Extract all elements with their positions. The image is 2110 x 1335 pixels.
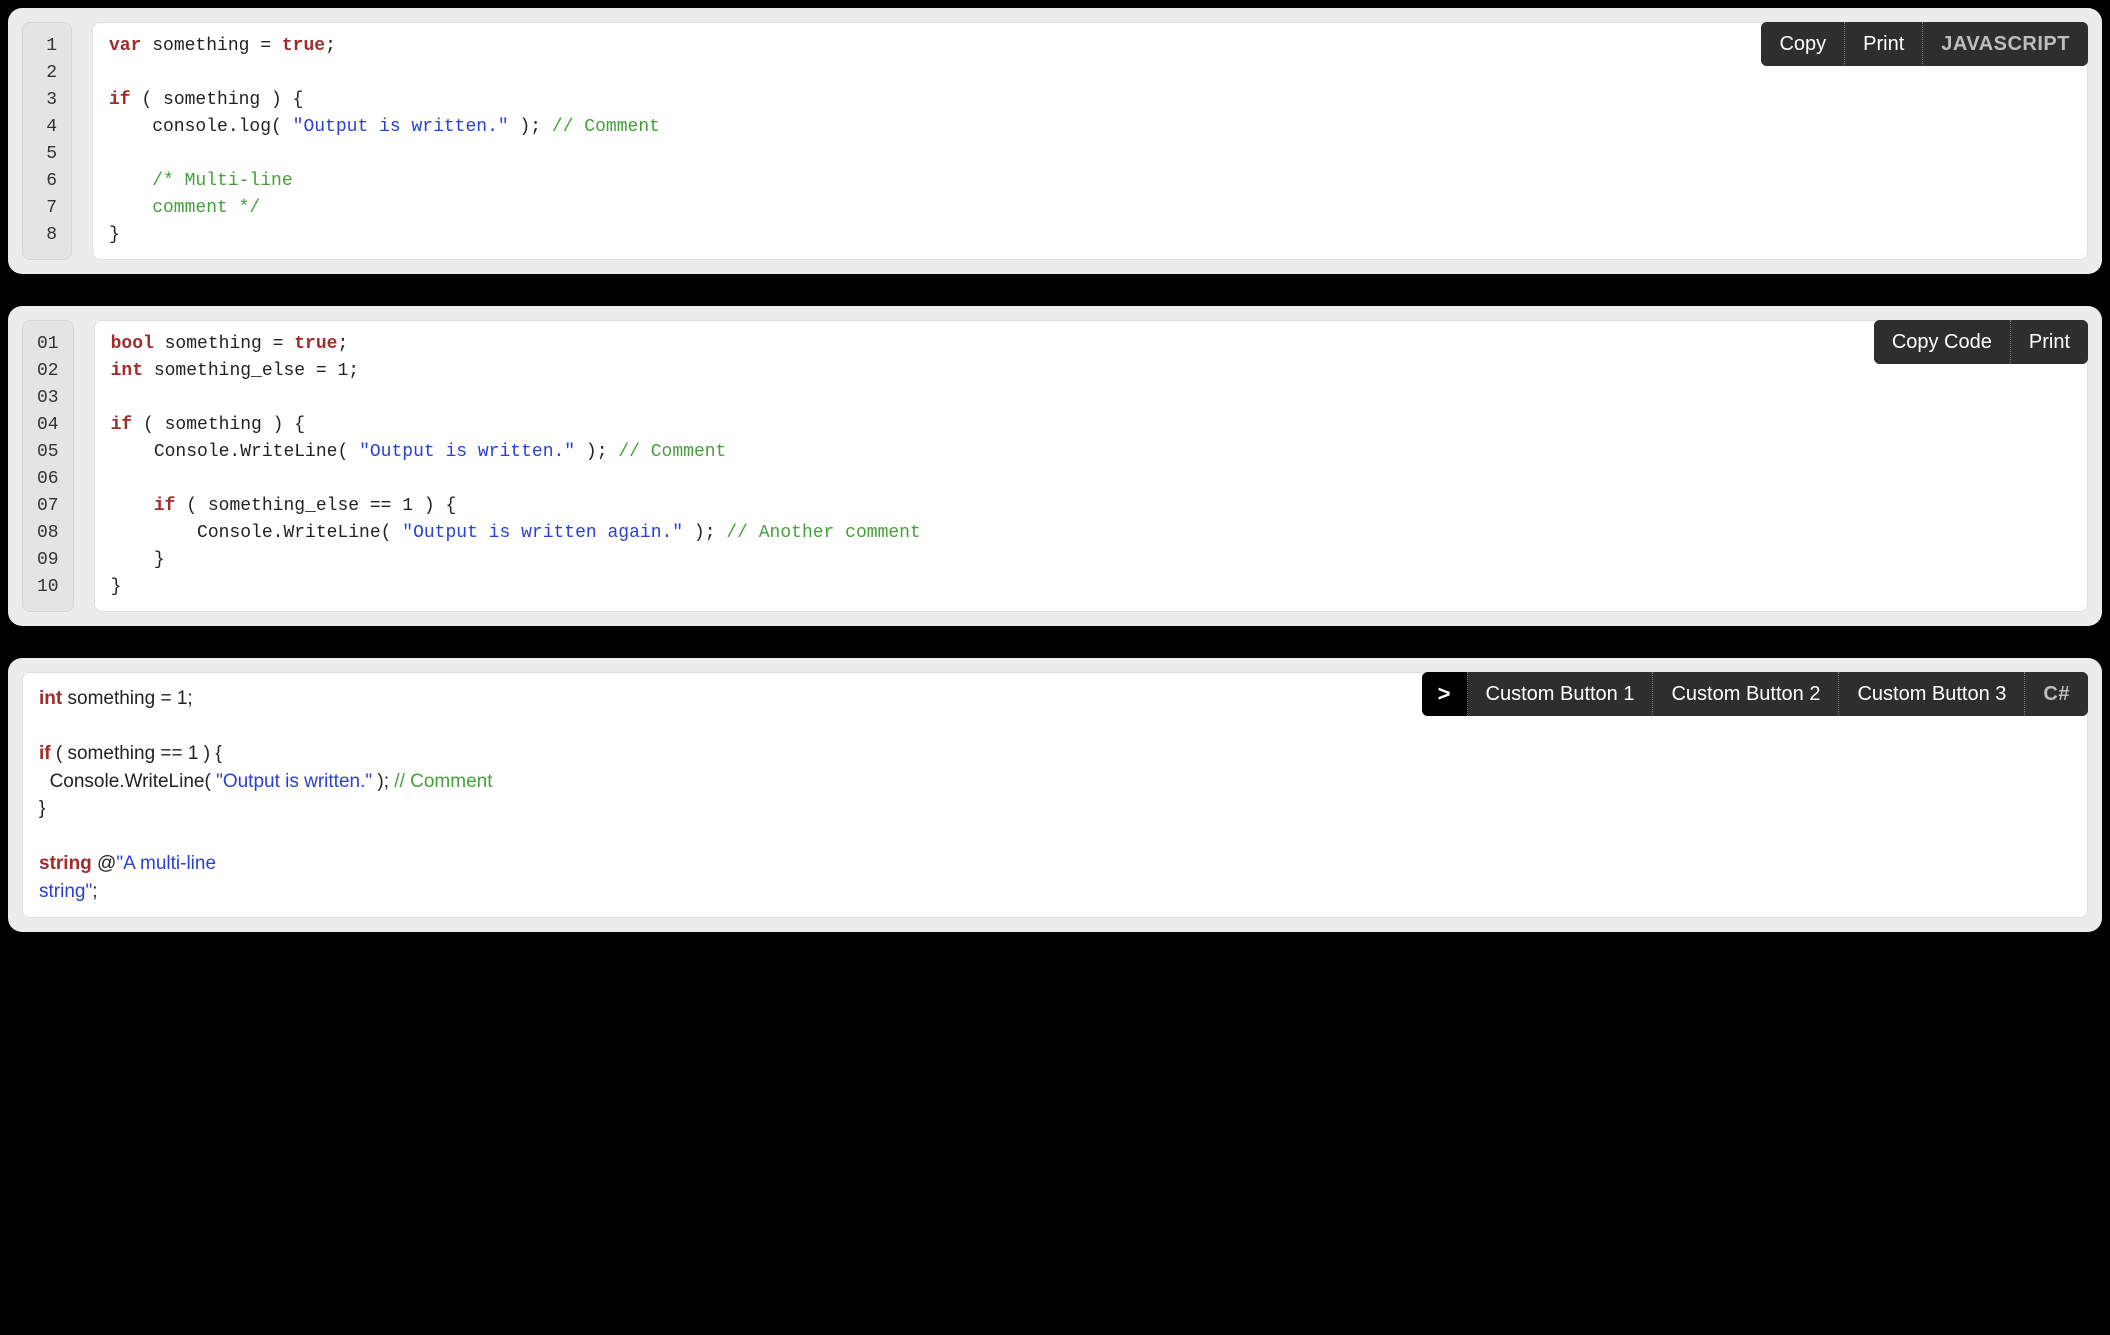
line-number: 1: [37, 33, 57, 60]
code-str: "Output is written again.": [402, 523, 683, 543]
line-number: 07: [37, 493, 59, 520]
code-kw2: string: [39, 853, 92, 874]
line-number: 8: [37, 222, 57, 249]
line-number: 04: [37, 412, 59, 439]
print-button[interactable]: Print: [1845, 22, 1923, 66]
code-cmt: // Another comment: [726, 523, 920, 543]
custom-button-3[interactable]: Custom Button 3: [1839, 672, 2025, 716]
code-text: something_else = 1;: [154, 361, 359, 381]
code-text: ;: [325, 36, 336, 56]
code-text: something =: [165, 334, 295, 354]
code-text: console.log(: [109, 117, 293, 137]
code-kw2: if: [39, 743, 51, 764]
code-str: "Output is written.": [359, 442, 575, 462]
code-kw: bool: [111, 334, 165, 354]
custom-button-2[interactable]: Custom Button 2: [1653, 672, 1839, 716]
language-label: C#: [2025, 672, 2088, 716]
code-panel-csharp-b: > Custom Button 1 Custom Button 2 Custom…: [8, 658, 2102, 932]
code-text: ( something ) {: [132, 415, 305, 435]
code-text: something =: [152, 36, 282, 56]
custom-button-1[interactable]: Custom Button 1: [1468, 672, 1654, 716]
code-kw2: int: [39, 688, 62, 709]
code-text: Console.WriteLine(: [39, 771, 216, 792]
code-text: );: [683, 523, 726, 543]
code-text: );: [575, 442, 618, 462]
code-text: @: [92, 853, 117, 874]
line-number-gutter: 12345678: [22, 22, 72, 260]
line-number: 2: [37, 60, 57, 87]
line-number: 03: [37, 385, 59, 412]
line-number: 01: [37, 331, 59, 358]
code-text: );: [372, 771, 394, 792]
toolbar: > Custom Button 1 Custom Button 2 Custom…: [1422, 672, 2088, 716]
code-text: ( something == 1 ) {: [51, 743, 222, 764]
code-text: }: [109, 225, 120, 245]
panel-inner: 01020304050607080910 bool something = tr…: [22, 320, 2088, 612]
code-cmt: // Comment: [618, 442, 726, 462]
line-number: 06: [37, 466, 59, 493]
code-str: "Output is written.": [216, 771, 372, 792]
code-str: "Output is written.": [293, 117, 509, 137]
code-text: ( something ) {: [131, 90, 304, 110]
line-number: 4: [37, 114, 57, 141]
line-number: 09: [37, 547, 59, 574]
code-area: bool something = true; int something_els…: [94, 320, 2088, 612]
code-kw: if: [111, 415, 133, 435]
line-number: 6: [37, 168, 57, 195]
code-panel-js: Copy Print JAVASCRIPT 12345678 var somet…: [8, 8, 2102, 274]
code-kw: var: [109, 36, 152, 56]
line-number: 7: [37, 195, 57, 222]
code-text: something = 1;: [62, 688, 192, 709]
copy-button[interactable]: Copy: [1761, 22, 1845, 66]
code-text: ( something_else == 1 ) {: [175, 496, 456, 516]
code-text: ;: [337, 334, 348, 354]
code-kw: if: [154, 496, 176, 516]
code-lit: true: [282, 36, 325, 56]
code-text: ;: [92, 881, 97, 902]
code-cmt: // Comment: [394, 771, 492, 792]
code-text: [111, 496, 154, 516]
line-number: 5: [37, 141, 57, 168]
code-lit: true: [294, 334, 337, 354]
more-button[interactable]: >: [1422, 672, 1468, 716]
print-button[interactable]: Print: [2011, 320, 2088, 364]
code-text: Console.WriteLine(: [111, 523, 403, 543]
line-number: 02: [37, 358, 59, 385]
code-panel-csharp-a: Copy Code Print 01020304050607080910 boo…: [8, 306, 2102, 626]
line-number: 05: [37, 439, 59, 466]
toolbar: Copy Code Print: [1874, 320, 2088, 364]
line-number: 10: [37, 574, 59, 601]
line-number: 3: [37, 87, 57, 114]
code-text: Console.WriteLine(: [111, 442, 359, 462]
code-text: }: [39, 798, 45, 819]
code-text: );: [509, 117, 552, 137]
code-text: } }: [111, 550, 165, 597]
code-text: [109, 171, 152, 191]
line-number: 08: [37, 520, 59, 547]
language-label: JAVASCRIPT: [1923, 22, 2088, 66]
code-kw: if: [109, 90, 131, 110]
copy-code-button[interactable]: Copy Code: [1874, 320, 2011, 364]
toolbar: Copy Print JAVASCRIPT: [1761, 22, 2088, 66]
code-kw: int: [111, 361, 154, 381]
code-cmt: // Comment: [552, 117, 660, 137]
line-number-gutter: 01020304050607080910: [22, 320, 74, 612]
